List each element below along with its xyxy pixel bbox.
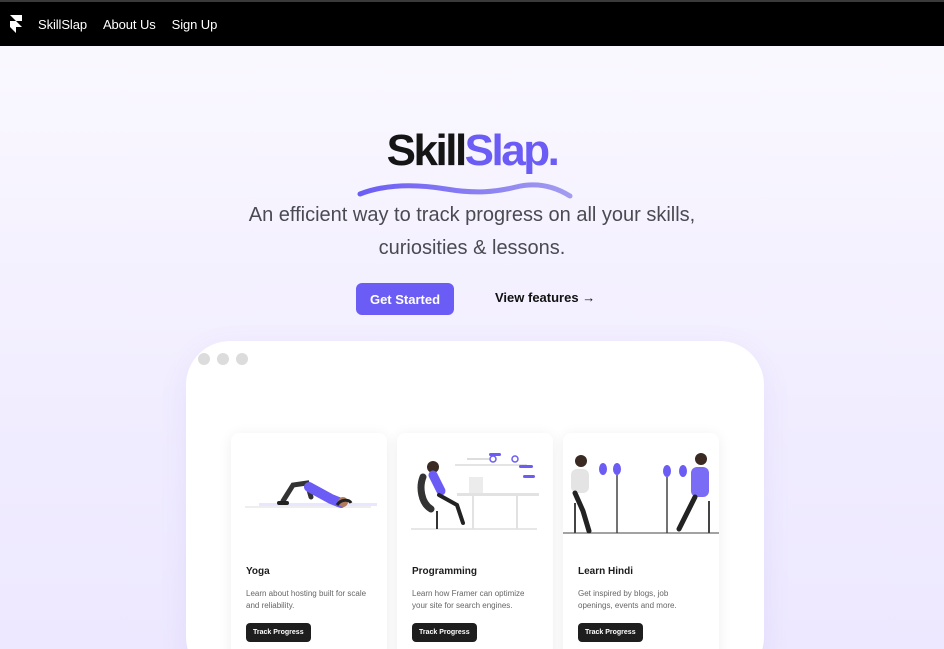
programming-illustration [411,453,539,530]
brand-title-part2: Slap. [464,126,560,175]
get-started-button[interactable]: Get Started [356,283,454,315]
card-description: Get inspired by blogs, job openings, eve… [578,589,677,610]
window-dot [217,353,229,365]
tagline-line2: curiosities & lessons. [378,237,566,259]
track-progress-button[interactable]: Track Progress [246,623,311,642]
card-title: Programming [412,566,478,577]
card-title: Learn Hindi [578,566,634,577]
skill-card-learn-hindi: Learn Hindi Get inspired by blogs, job o… [563,433,719,649]
nav-item-skillslap[interactable]: SkillSlap [38,17,87,32]
tagline-line1: An efficient way to track progress on al… [248,204,696,226]
window-dot [236,353,248,365]
window-dot [198,353,210,365]
track-progress-button[interactable]: Track Progress [578,623,643,642]
tagline: An efficient way to track progress on al… [0,199,944,265]
card-description: Learn about hosting built for scale and … [246,589,367,610]
skill-card-programming: Programming Learn how Framer can optimiz… [397,433,553,649]
brand-title-part1: Skill [386,126,468,175]
nav-item-sign-up[interactable]: Sign Up [172,17,218,32]
yoga-illustration [245,480,377,508]
brand-title: SkillSlap. [0,125,944,177]
skill-card-yoga: Yoga Learn about hosting built for scale… [231,433,387,649]
track-progress-button[interactable]: Track Progress [412,623,477,642]
top-navbar: SkillSlap About Us Sign Up [0,0,944,46]
podcast-illustration [563,453,719,534]
view-features-link[interactable]: View features → [495,290,595,305]
card-title: Yoga [246,566,270,577]
framer-logo-icon[interactable] [9,15,23,33]
nav-item-about-us[interactable]: About Us [103,17,156,32]
card-description: Learn how Framer can optimize your site … [412,589,525,610]
